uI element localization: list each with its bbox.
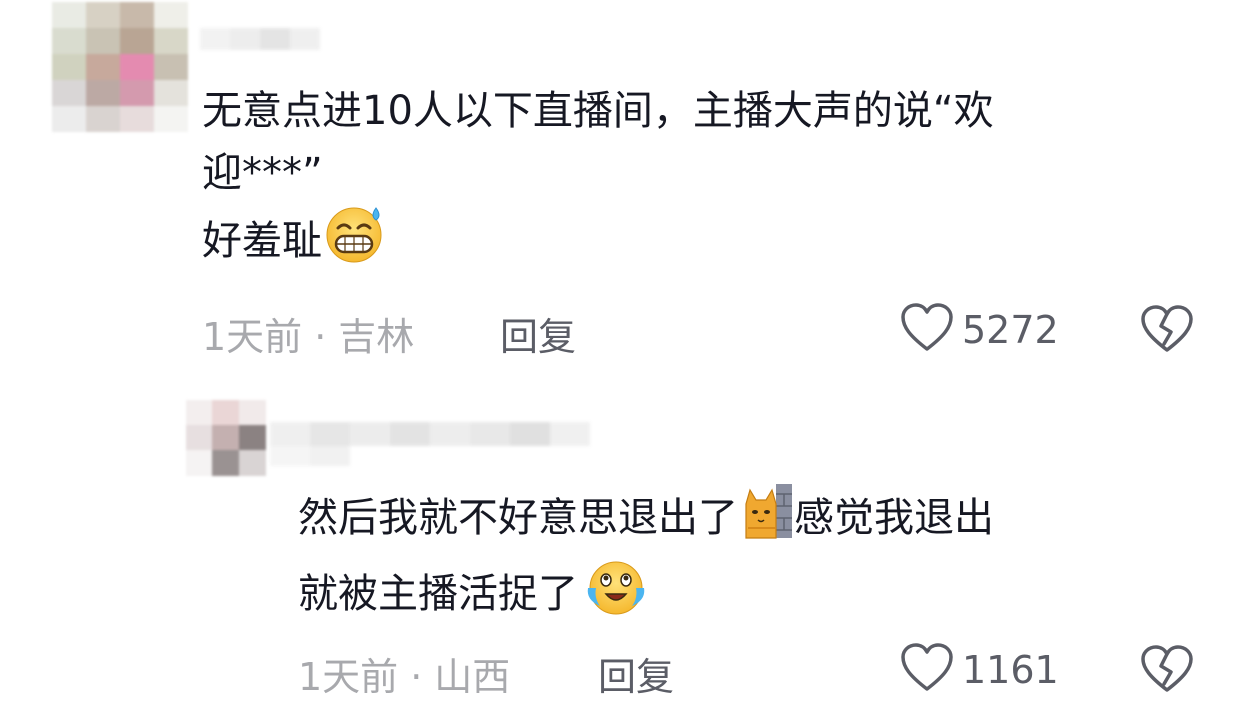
avatar[interactable] <box>52 2 188 132</box>
comment-line-text: 感觉我退出 <box>794 495 994 541</box>
comment-line-text: 好羞耻 <box>202 218 322 264</box>
comment-meta: 1天前 · 吉林 <box>202 306 414 361</box>
reply-button[interactable]: 回复 <box>500 306 576 361</box>
broken-heart-icon <box>1140 645 1194 698</box>
cat-peeking-wall-emoji <box>742 482 794 558</box>
comment-location: 山西 <box>434 655 511 699</box>
heart-icon <box>900 302 954 358</box>
comment-time: 1天前 <box>298 655 399 699</box>
username[interactable] <box>270 412 610 472</box>
comment-time: 1天前 <box>202 315 303 359</box>
crying-laughing-emoji <box>584 558 648 634</box>
broken-heart-icon <box>1140 305 1194 358</box>
like-button[interactable]: 5272 <box>900 302 1059 358</box>
reply-button[interactable]: 回复 <box>598 646 674 701</box>
comment-line: 无意点进10人以下直播间，主播大声的说“欢 <box>202 88 994 134</box>
separator-dot: · <box>314 315 327 359</box>
comment-line-text: 就被主播活捉了 <box>298 571 578 617</box>
comment-meta: 1天前 · 山西 <box>298 646 510 701</box>
comment-line-text: 然后我就不好意思退出了 <box>298 495 738 541</box>
avatar[interactable] <box>186 400 266 476</box>
comment-line: 然后我就不好意思退出了 感觉我退出 <box>298 482 994 558</box>
comment-line: 就被主播活捉了 <box>298 558 994 634</box>
comment-text: 无意点进10人以下直播间，主播大声的说“欢 迎***” 好羞耻 <box>202 80 994 282</box>
like-count: 5272 <box>962 308 1059 352</box>
comment-location: 吉林 <box>338 315 415 359</box>
username[interactable] <box>200 20 320 54</box>
heart-icon <box>900 642 954 698</box>
comment-text: 然后我就不好意思退出了 感觉我退出 就被主播活捉了 <box>298 482 994 634</box>
like-count: 1161 <box>962 648 1059 692</box>
dislike-button[interactable] <box>1140 304 1194 358</box>
grinning-sweat-emoji <box>324 204 388 282</box>
comment-line: 好羞耻 <box>202 204 994 282</box>
like-button[interactable]: 1161 <box>900 642 1059 698</box>
dislike-button[interactable] <box>1140 644 1194 698</box>
comment-line: 迎***” <box>202 150 323 196</box>
separator-dot: · <box>410 655 423 699</box>
